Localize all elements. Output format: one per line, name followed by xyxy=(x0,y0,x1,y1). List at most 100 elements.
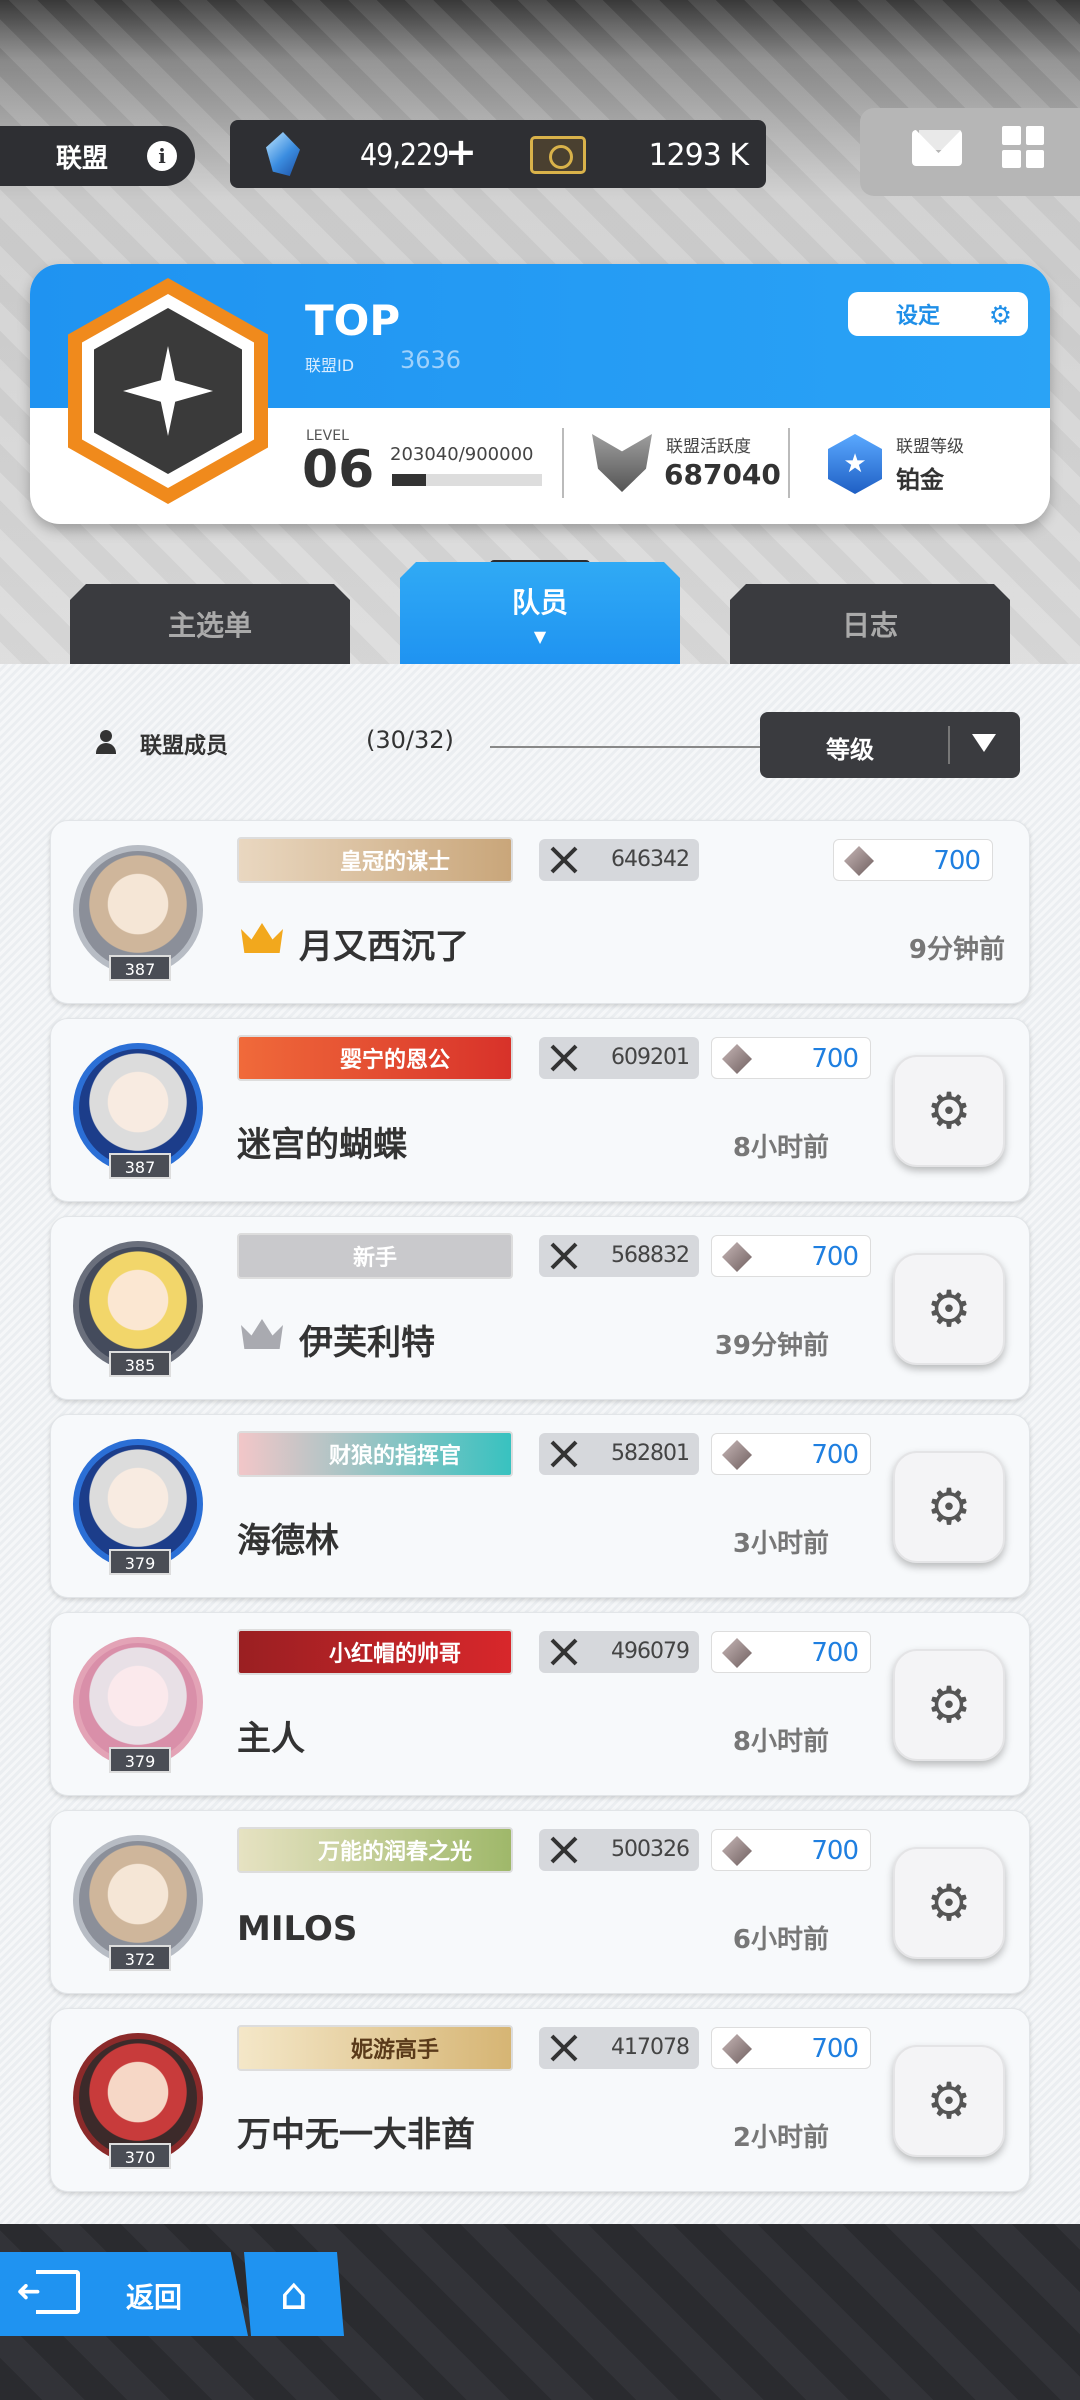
contribution: 700 xyxy=(711,1829,871,1871)
member-row[interactable]: 387 婴宁的恩公 609201 700 迷宫的蝴蝶 8小时前 ⚙ xyxy=(50,1018,1030,1202)
alliance-id-label: 联盟ID xyxy=(305,356,355,375)
member-settings-button[interactable]: ⚙ xyxy=(893,1253,1005,1365)
rank-label: 联盟等级 xyxy=(896,437,964,457)
info-icon[interactable]: i xyxy=(147,141,177,171)
player-level: 385 xyxy=(109,1351,171,1377)
crossed-swords-icon xyxy=(549,1439,579,1469)
crossed-swords-icon xyxy=(549,845,579,875)
title-banner: 万能的润春之光 xyxy=(237,1827,513,1873)
member-settings-button[interactable]: ⚙ xyxy=(893,1847,1005,1959)
tab-main-menu[interactable]: 主选单 xyxy=(70,584,350,664)
diamond-icon xyxy=(722,2034,752,2064)
member-name: 迷宫的蝴蝶 xyxy=(237,1125,407,1165)
title-banner: 小红帽的帅哥 xyxy=(237,1629,513,1675)
power-value: 582801 xyxy=(611,1441,690,1466)
title-banner: 财狼的指挥官 xyxy=(237,1431,513,1477)
member-row[interactable]: 370 妮游高手 417078 700 万中无一大非酋 2小时前 ⚙ xyxy=(50,2008,1030,2192)
members-label: 联盟成员 xyxy=(140,734,229,759)
crown-icon xyxy=(241,923,283,953)
member-name: 万中无一大非酋 xyxy=(237,2115,475,2155)
grid-menu-icon[interactable] xyxy=(1002,126,1044,168)
activity-label: 联盟活跃度 xyxy=(666,437,751,457)
player-title: 万能的润春之光 xyxy=(317,1840,472,1865)
player-title: 妮游高手 xyxy=(350,2038,439,2063)
member-settings-button[interactable]: ⚙ xyxy=(893,1055,1005,1167)
gem-count: 49,229 xyxy=(360,138,449,173)
player-level: 387 xyxy=(109,1153,171,1179)
member-settings-button[interactable]: ⚙ xyxy=(893,2045,1005,2157)
gear-icon: ⚙ xyxy=(926,2072,972,2130)
chevron-down-icon xyxy=(972,734,996,752)
diamond-icon xyxy=(722,1638,752,1668)
member-row[interactable]: 372 万能的润春之光 500326 700 MILOS 6小时前 ⚙ xyxy=(50,1810,1030,1994)
tab-label: 主选单 xyxy=(167,609,252,642)
back-button[interactable]: 返回 xyxy=(0,2252,248,2336)
combat-power: 417078 xyxy=(539,2027,699,2069)
power-value: 417078 xyxy=(611,2035,690,2060)
contribution-value: 700 xyxy=(811,1044,859,1074)
member-name: 主人 xyxy=(237,1719,305,1759)
member-row[interactable]: 379 小红帽的帅哥 496079 700 主人 8小时前 ⚙ xyxy=(50,1612,1030,1796)
activity-value: 687040 xyxy=(664,458,781,491)
power-value: 646342 xyxy=(611,847,690,872)
alliance-pill: 联盟 i xyxy=(0,126,195,186)
member-row[interactable]: 385 新手 568832 700 伊芙利特 39分钟前 ⚙ xyxy=(50,1216,1030,1400)
home-icon: ⌂ xyxy=(280,2268,308,2320)
sort-dropdown[interactable]: 等级 xyxy=(760,712,1020,778)
diamond-icon xyxy=(844,846,874,876)
add-gems-button[interactable]: + xyxy=(445,130,477,174)
divider xyxy=(490,746,760,748)
contribution-value: 700 xyxy=(811,1242,859,1272)
player-title: 婴宁的恩公 xyxy=(339,1048,450,1073)
members-count: (30/32) xyxy=(366,726,454,754)
contribution: 700 xyxy=(711,1631,871,1673)
bottom-bar: 返回 ⌂ xyxy=(0,2224,1080,2400)
currency-bar: 49,229 + 1293 K xyxy=(230,120,766,188)
player-level: 372 xyxy=(109,1945,171,1971)
gear-icon: ⚙ xyxy=(926,1082,972,1140)
gear-icon: ⚙ xyxy=(926,1874,972,1932)
activity-shield-icon xyxy=(592,434,652,492)
tab-members[interactable]: 队员 ▼ xyxy=(400,562,680,664)
alliance-settings-button[interactable]: 设定 ⚙ xyxy=(848,292,1028,336)
diamond-icon xyxy=(722,1836,752,1866)
diamond-icon xyxy=(722,1242,752,1272)
sort-value: 等级 xyxy=(826,736,874,764)
contribution: 700 xyxy=(711,1235,871,1277)
member-row[interactable]: 387 皇冠的谋士 646342 700 月又西沉了 9分钟前 xyxy=(50,820,1030,1004)
member-settings-button[interactable]: ⚙ xyxy=(893,1451,1005,1563)
exp-progress-bar xyxy=(392,474,542,486)
ticket-icon xyxy=(530,136,586,174)
exit-icon xyxy=(36,2270,80,2314)
last-seen: 39分钟前 xyxy=(714,1331,829,1361)
power-value: 568832 xyxy=(611,1243,690,1268)
crown-icon xyxy=(241,1319,283,1349)
power-value: 500326 xyxy=(611,1837,690,1862)
crossed-swords-icon xyxy=(549,2033,579,2063)
last-seen: 8小时前 xyxy=(732,1133,829,1163)
combat-power: 646342 xyxy=(539,839,699,881)
exp-progress-fill xyxy=(392,474,426,486)
home-button[interactable]: ⌂ xyxy=(244,2252,344,2336)
last-seen: 8小时前 xyxy=(732,1727,829,1757)
player-title: 皇冠的谋士 xyxy=(339,850,450,875)
divider xyxy=(562,428,564,498)
gear-icon: ⚙ xyxy=(926,1478,972,1536)
alliance-label: 联盟 xyxy=(56,143,109,174)
combat-power: 609201 xyxy=(539,1037,699,1079)
tab-log[interactable]: 日志 xyxy=(730,584,1010,664)
member-settings-button[interactable]: ⚙ xyxy=(893,1649,1005,1761)
tab-label: 日志 xyxy=(841,609,898,642)
contribution: 700 xyxy=(833,839,993,881)
contribution: 700 xyxy=(711,1433,871,1475)
back-label: 返回 xyxy=(126,2281,183,2314)
player-level: 387 xyxy=(109,955,171,981)
contribution-value: 700 xyxy=(811,1638,859,1668)
combat-power: 500326 xyxy=(539,1829,699,1871)
title-banner: 新手 xyxy=(237,1233,513,1279)
mail-icon[interactable] xyxy=(912,130,962,166)
member-row[interactable]: 379 财狼的指挥官 582801 700 海德林 3小时前 ⚙ xyxy=(50,1414,1030,1598)
divider xyxy=(788,428,790,498)
contribution-value: 700 xyxy=(933,846,981,876)
top-bar: 联盟 i 49,229 + 1293 K xyxy=(0,108,1080,198)
